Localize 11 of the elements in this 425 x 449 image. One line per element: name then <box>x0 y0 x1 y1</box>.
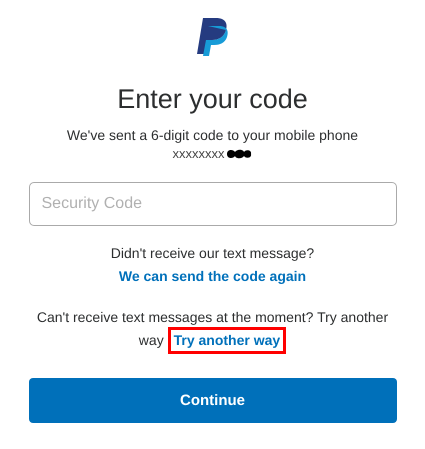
resend-link[interactable]: We can send the code again <box>112 263 312 290</box>
security-code-field[interactable]: Security Code <box>28 182 396 226</box>
resend-message: Didn't receive our text message? We can send the code again <box>28 244 396 290</box>
continue-button[interactable]: Continue <box>28 378 396 423</box>
phone-number: xxxxxxxx <box>172 146 224 161</box>
redaction-scribble <box>224 148 252 158</box>
alternative-message: Can't receive text messages at the moment? Try another way Try another way <box>28 308 396 354</box>
page-title: Enter your code <box>117 84 308 115</box>
sent-message: We've sent a 6-digit code to your mobile phone <box>66 127 358 143</box>
logo-icon <box>196 18 228 56</box>
try-another-way-link[interactable]: Try another way <box>168 327 286 354</box>
